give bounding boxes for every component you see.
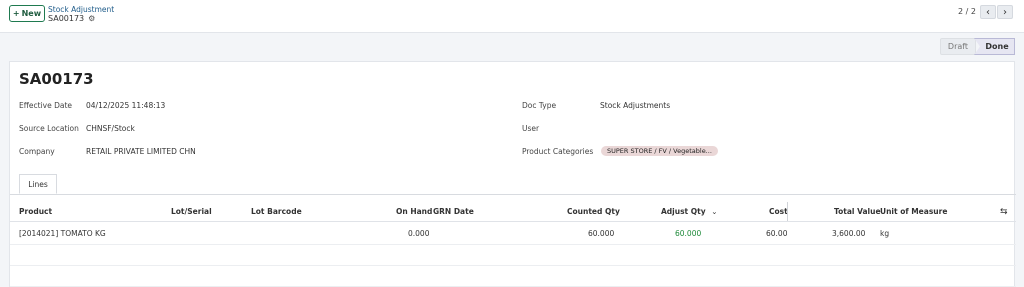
cell-unit-of-measure[interactable]: kg <box>880 229 889 238</box>
column-lot-serial[interactable]: Lot/Serial <box>171 207 212 216</box>
column-on-hand[interactable]: On Hand <box>396 207 432 216</box>
chevron-down-icon: ⌄ <box>711 207 718 216</box>
form-sheet: SA00173 Effective Date 04/12/2025 11:48:… <box>9 61 1016 287</box>
source-location-label: Source Location <box>19 124 79 133</box>
cell-counted-qty[interactable]: 60.000 <box>588 229 614 238</box>
pager-value[interactable]: 2 / 2 <box>958 7 976 16</box>
cell-product[interactable]: [2014021] TOMATO KG <box>19 229 106 238</box>
pager-previous-button[interactable]: ‹ <box>980 5 996 19</box>
pager-next-button[interactable]: › <box>997 5 1013 19</box>
column-unit-of-measure[interactable]: Unit of Measure <box>880 207 947 216</box>
company-label: Company <box>19 147 55 156</box>
control-panel: + New Stock Adjustment SA00173 ⚙ 2 / 2 ‹… <box>0 0 1024 33</box>
column-adjust-qty[interactable]: Adjust Qty ⌄ <box>661 207 718 216</box>
company-field[interactable]: RETAIL PRIVATE LIMITED CHN <box>86 147 196 156</box>
product-category-tag[interactable]: SUPER STORE / FV / Vegetable... <box>601 146 718 156</box>
table-header-divider <box>10 221 1016 222</box>
breadcrumb-parent-link[interactable]: Stock Adjustment <box>48 5 114 14</box>
plus-icon: + <box>12 9 20 18</box>
doc-type-label: Doc Type <box>522 101 557 110</box>
record-title: SA00173 <box>19 70 94 88</box>
column-toggle-icon[interactable]: ⇆ <box>1000 207 1008 217</box>
status-draft[interactable]: Draft <box>940 38 976 55</box>
new-button[interactable]: + New <box>9 5 45 22</box>
effective-date-label: Effective Date <box>19 101 73 110</box>
breadcrumb-current: SA00173 ⚙ <box>48 14 95 23</box>
new-button-label: New <box>21 9 42 18</box>
chevron-left-icon: ‹ <box>986 6 990 18</box>
cell-adjust-qty[interactable]: 60.000 <box>675 229 701 238</box>
effective-date-field[interactable]: 04/12/2025 11:48:13 <box>86 101 165 110</box>
cell-cost[interactable]: 60.00 <box>766 229 787 238</box>
cell-total-value[interactable]: 3,600.00 <box>832 229 865 238</box>
column-cost[interactable]: Cost <box>769 207 788 216</box>
breadcrumb-current-label: SA00173 <box>48 14 85 23</box>
column-grn-date[interactable]: GRN Date <box>433 207 474 216</box>
column-lot-barcode[interactable]: Lot Barcode <box>251 207 302 216</box>
gear-icon[interactable]: ⚙ <box>88 14 95 23</box>
source-location-field[interactable]: CHNSF/Stock <box>86 124 135 133</box>
tab-divider <box>10 194 1016 195</box>
row-divider <box>10 244 1016 245</box>
status-done[interactable]: Done <box>974 38 1015 55</box>
column-adjust-qty-label: Adjust Qty <box>661 207 706 216</box>
column-resize-handle[interactable] <box>787 202 788 222</box>
product-categories-label: Product Categories <box>522 147 594 156</box>
column-product[interactable]: Product <box>19 207 52 216</box>
doc-type-field[interactable]: Stock Adjustments <box>600 101 670 110</box>
user-label: User <box>522 124 540 133</box>
row-divider <box>10 265 1016 266</box>
chevron-right-icon: › <box>1003 6 1007 18</box>
cell-on-hand[interactable]: 0.000 <box>408 229 429 238</box>
column-counted-qty[interactable]: Counted Qty <box>567 207 620 216</box>
tab-lines[interactable]: Lines <box>19 174 57 194</box>
column-total-value[interactable]: Total Value <box>834 207 881 216</box>
